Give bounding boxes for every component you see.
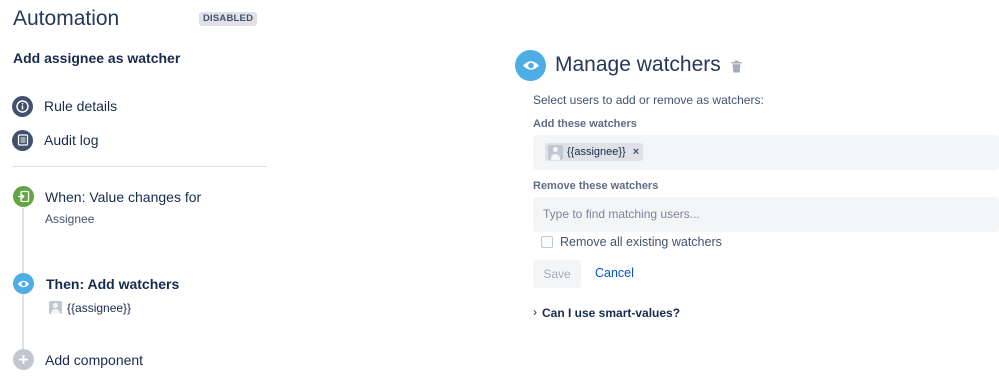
panel-title: Manage watchers [555, 53, 721, 76]
nav-rule-details[interactable]: Rule details [12, 94, 117, 118]
cancel-button[interactable]: Cancel [595, 266, 634, 280]
eye-icon [13, 273, 34, 294]
trigger-icon [13, 186, 34, 207]
divider [12, 166, 267, 167]
trigger-step[interactable] [13, 186, 34, 207]
log-icon [12, 129, 33, 151]
remove-watchers-label: Remove these watchers [533, 180, 659, 192]
info-icon [12, 95, 33, 117]
panel-description: Select users to add or remove as watcher… [533, 93, 764, 107]
avatar [548, 144, 563, 160]
action-value-avatar [49, 301, 62, 319]
trigger-title[interactable]: When: Value changes for [45, 189, 201, 205]
remove-all-checkbox[interactable] [541, 236, 553, 248]
status-badge: DISABLED [199, 12, 258, 26]
plus-icon [13, 349, 34, 370]
action-value: {{assignee}} [67, 301, 132, 315]
add-component-button[interactable] [13, 349, 34, 370]
nav-audit-log[interactable]: Audit log [12, 128, 98, 152]
remove-watchers-placeholder: Type to find matching users... [543, 207, 700, 221]
add-watchers-label: Add these watchers [533, 118, 637, 130]
action-step[interactable] [13, 273, 34, 294]
chip-label: {{assignee}} [567, 146, 626, 158]
chevron-right-icon[interactable]: › [533, 305, 537, 319]
avatar [49, 301, 62, 314]
trash-icon[interactable] [731, 60, 742, 78]
page-title: Automation [13, 7, 120, 30]
action-title[interactable]: Then: Add watchers [46, 276, 179, 292]
nav-audit-log-label: Audit log [44, 132, 99, 148]
chip-remove-button[interactable]: × [633, 146, 639, 158]
remove-all-label[interactable]: Remove all existing watchers [560, 235, 722, 249]
trigger-subtitle: Assignee [45, 212, 95, 226]
add-component-label[interactable]: Add component [45, 352, 143, 368]
nav-rule-details-label: Rule details [44, 98, 118, 114]
rule-name: Add assignee as watcher [13, 50, 181, 66]
eye-icon [515, 50, 546, 81]
save-button[interactable]: Save [533, 260, 581, 288]
smart-values-help-link[interactable]: Can I use smart-values? [542, 306, 680, 320]
assignee-chip: {{assignee}} × [545, 143, 644, 161]
